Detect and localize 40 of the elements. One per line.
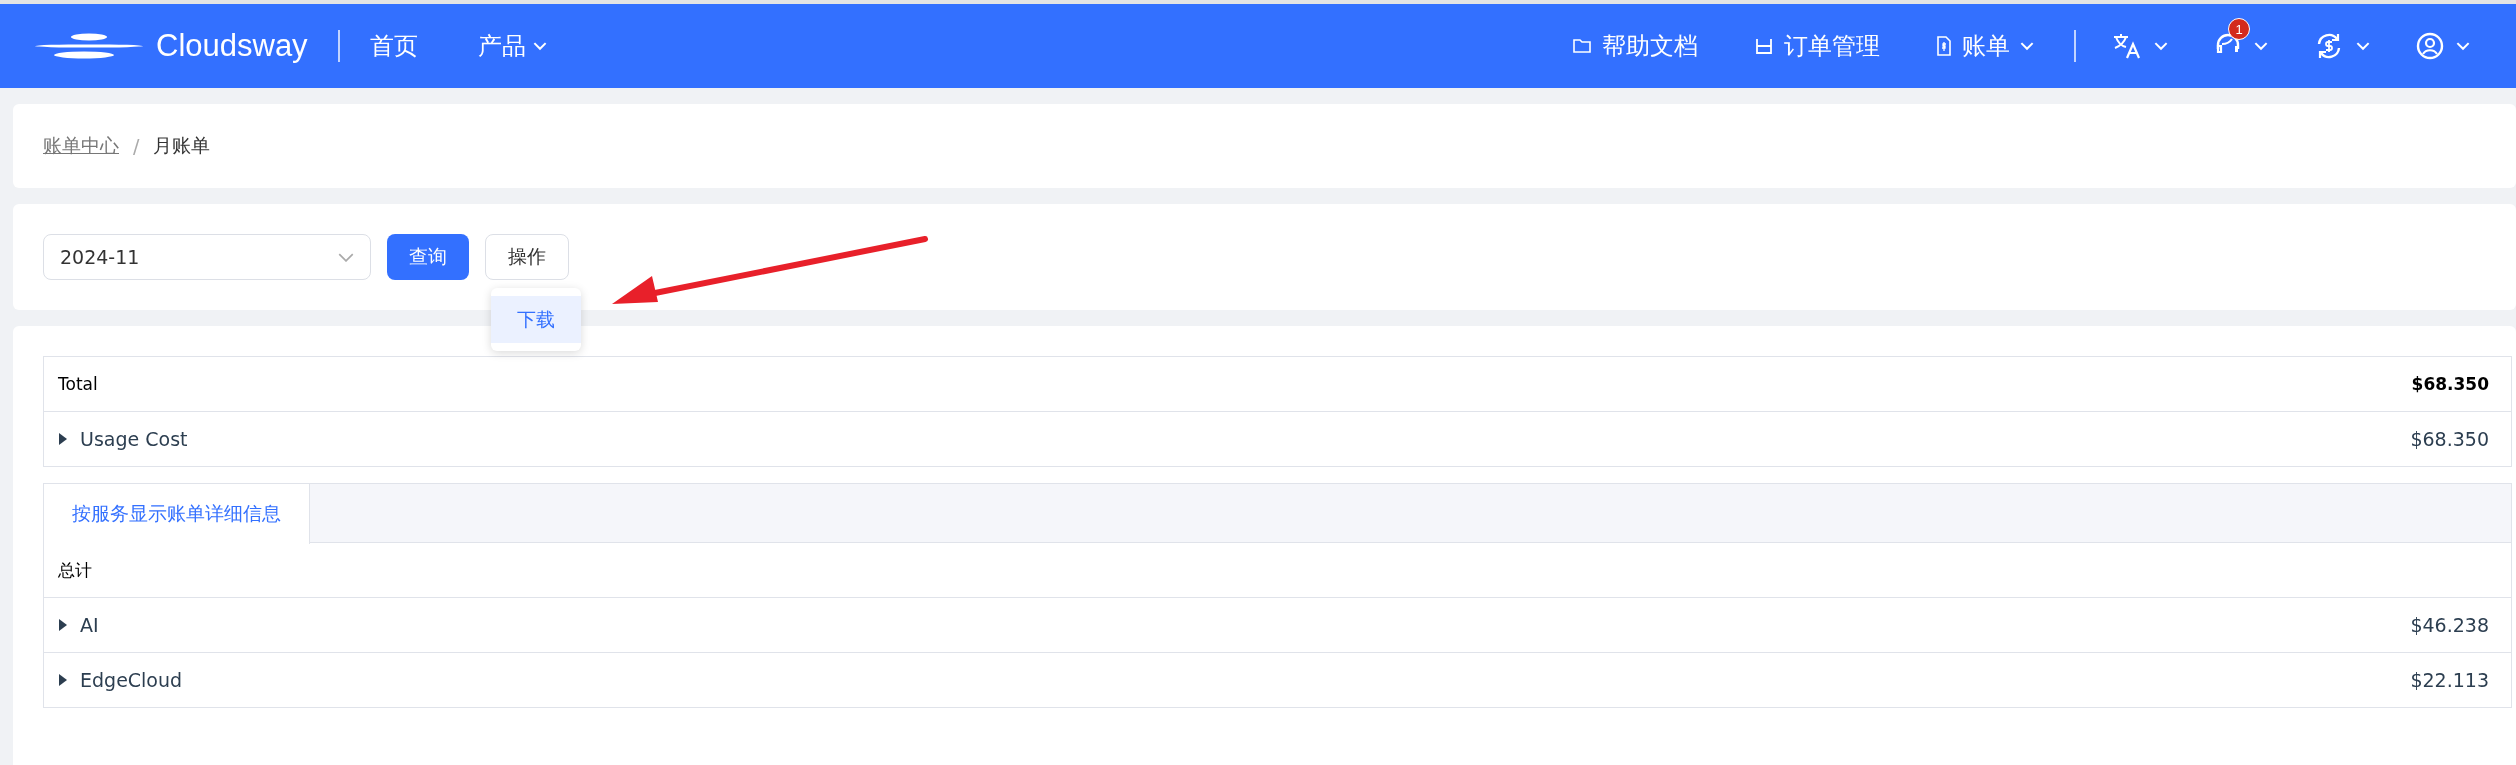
total-amount: $68.350 (2411, 374, 2489, 394)
translate-icon (2112, 32, 2142, 60)
user-icon (2416, 32, 2444, 60)
chevron-down-icon (532, 41, 547, 51)
chevron-down-icon (338, 252, 354, 262)
row-label: Usage Cost (80, 428, 188, 450)
month-select[interactable]: 2024-11 (43, 234, 371, 280)
row-label: EdgeCloud (80, 669, 183, 691)
row-label: AI (80, 614, 99, 636)
header-link[interactable]: 账单 (1936, 30, 2034, 62)
expand-triangle-icon[interactable] (58, 674, 68, 686)
nav-link[interactable]: 产品 (477, 30, 547, 62)
header-link[interactable]: 帮助文档 (1572, 30, 1698, 62)
action-button[interactable]: 操作 (485, 234, 569, 280)
amount: $46.238 (2410, 614, 2489, 636)
chevron-down-icon (2254, 41, 2268, 51)
breadcrumb-link[interactable]: 账单中心 (43, 133, 119, 159)
amount: $22.113 (2410, 669, 2489, 691)
document-icon (1936, 36, 1952, 56)
logo-text[interactable]: Cloudsway (156, 28, 308, 64)
breadcrumb-current: 月账单 (153, 133, 211, 158)
chevron-down-icon (2456, 41, 2470, 51)
chevron-down-icon (2020, 41, 2034, 51)
breadcrumb-separator: / (133, 135, 140, 157)
chevron-down-icon (2154, 41, 2168, 51)
notification-badge: 1 (2228, 18, 2250, 40)
nav-link[interactable]: 首页 (369, 30, 418, 62)
folder-icon (1572, 38, 1592, 54)
total-label: Total (58, 374, 98, 394)
query-button[interactable]: 查询 (387, 234, 469, 280)
basket-icon (1754, 38, 1774, 54)
expand-triangle-icon[interactable] (58, 433, 68, 445)
menu-item[interactable]: 下载 (491, 296, 581, 343)
chevron-down-icon (2356, 41, 2370, 51)
expand-triangle-icon[interactable] (58, 619, 68, 631)
header-menu-button[interactable]: 1 (2214, 18, 2268, 60)
amount: $68.350 (2410, 428, 2489, 450)
tab[interactable]: 按服务显示账单详细信息 (44, 484, 310, 544)
header-link[interactable]: 订单管理 (1754, 30, 1880, 62)
total-label: 总计 (58, 558, 92, 582)
